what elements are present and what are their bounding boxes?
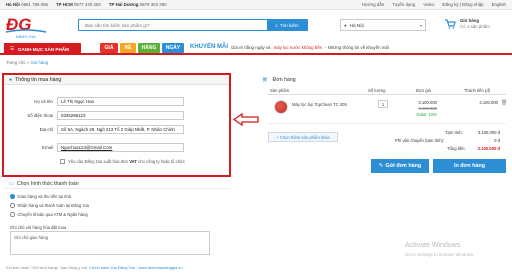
vat-option[interactable]: Yêu cầu Đăng Gia xuất hóa đơn VAT cho cô… bbox=[60, 159, 185, 164]
product-image[interactable] bbox=[274, 100, 288, 114]
phone-label: Số điện thoại bbox=[27, 113, 53, 118]
unit-price: 3.100.000 3.450.000 Giảm: 10% bbox=[416, 100, 437, 117]
city-select[interactable]: ● Hà Nội ▾ bbox=[340, 19, 426, 31]
payment-title: Chọn hình thức thanh toán bbox=[16, 180, 79, 187]
line-total: 3.100.000 bbox=[479, 100, 498, 105]
logo[interactable]: ĐG ĐĂNG GIA bbox=[4, 14, 48, 41]
table-row: Máy lọc bụi TopClean TC 305 1 3.100.000 … bbox=[268, 96, 507, 124]
search-button[interactable]: ⌕ Tìm kiếm bbox=[267, 20, 307, 30]
location-pin-icon: ● bbox=[9, 76, 13, 83]
payment-header: ▭ Chọn hình thức thanh toán bbox=[4, 179, 230, 189]
col-qty: Số lượng bbox=[368, 88, 386, 93]
policy-link[interactable]: Chính sách của Đăng Gia - www.dienmaydan… bbox=[89, 265, 183, 270]
login-link[interactable]: Đăng ký | Đăng nhập bbox=[442, 2, 483, 7]
search-icon: ⌕ bbox=[275, 22, 278, 28]
search-input[interactable] bbox=[79, 20, 267, 30]
trash-icon[interactable]: 🗑︎ bbox=[501, 100, 507, 106]
tag-ngay[interactable]: NGÀY bbox=[162, 43, 184, 53]
breadcrumb-current: Giỏ hàng bbox=[30, 60, 49, 65]
address-label: Địa chỉ bbox=[39, 127, 53, 132]
send-icon: ✎ bbox=[378, 163, 384, 169]
note-textarea[interactable]: Ghi chú giao hàng bbox=[10, 231, 210, 255]
payment-option-bank[interactable]: Chuyển khoản qua ATM & Ngân hàng bbox=[10, 212, 88, 217]
hotline-hcm: TP HCM 0977 430 282 bbox=[56, 2, 101, 7]
email-label: Email bbox=[42, 145, 53, 150]
nav-bar: ☰ DANH MỤC SẢN PHẨM GIÁ RẺ HẰNG NGÀY KHU… bbox=[0, 41, 512, 55]
hotline-hd: TP Hải Dương 0879 303 360 bbox=[108, 2, 167, 7]
radio-selected[interactable] bbox=[10, 194, 15, 199]
hotline-hn: Hà Nội 0981 796 066 bbox=[6, 2, 48, 7]
vat-checkbox[interactable] bbox=[60, 159, 65, 164]
jobs-link[interactable]: Tuyển dụng bbox=[392, 2, 415, 7]
top-bar: Hà Nội 0981 796 066 TP HCM 0977 430 282 … bbox=[0, 0, 512, 10]
activate-windows-sub: Go to Settings to activate Windows. bbox=[405, 252, 475, 257]
payment-icon: ▭ bbox=[9, 180, 14, 187]
tag-gia[interactable]: GIÁ bbox=[100, 43, 118, 53]
col-product: Sản phẩm bbox=[270, 88, 290, 93]
radio[interactable] bbox=[10, 203, 15, 208]
order-header: 🛒︎ Đơn hàng bbox=[262, 75, 508, 85]
name-input[interactable]: Lê Thị Ngọc Hoa bbox=[57, 97, 184, 106]
language-link[interactable]: English bbox=[492, 2, 506, 7]
product-name[interactable]: Máy lọc bụi TopClean TC 305 bbox=[292, 102, 347, 107]
breadcrumb-home[interactable]: Trang chủ bbox=[6, 60, 26, 65]
logo-subtitle: ĐĂNG GIA bbox=[16, 34, 36, 39]
order-table-header: Sản phẩm Số lượng Đơn giá Thành tiền (đ) bbox=[268, 88, 506, 95]
buyer-info-title: Thông tin mua hàng bbox=[15, 76, 62, 83]
phone-input[interactable]: 0336288123 bbox=[57, 111, 184, 120]
cart-widget[interactable]: Giỏ hàng Có 1 sản phẩm bbox=[444, 18, 490, 30]
chevron-down-icon: ▾ bbox=[419, 22, 422, 28]
col-total: Thành tiền (đ) bbox=[464, 88, 491, 93]
cart-icon bbox=[445, 19, 456, 29]
quantity-input[interactable]: 1 bbox=[378, 100, 388, 108]
col-price: Đơn giá bbox=[416, 88, 431, 93]
location-pin-icon: ● bbox=[344, 22, 347, 28]
address-row: Địa chỉ Số 5A, Ngách 29, Ngõ 213 Tổ 2 Gi… bbox=[10, 125, 184, 134]
buyer-info-header: ● Thông tin mua hàng bbox=[4, 75, 229, 85]
activate-windows-title: Activate Windows bbox=[405, 242, 461, 249]
address-input[interactable]: Số 5A, Ngách 29, Ngõ 213 Tổ 2 Giáp Nhất,… bbox=[57, 125, 184, 134]
category-menu-button[interactable]: ☰ DANH MỤC SẢN PHẨM bbox=[4, 43, 81, 55]
email-input[interactable]: Ngochoa123@Gmail.Com bbox=[57, 143, 184, 152]
phone-row: Số điện thoại 0336288123 bbox=[10, 111, 184, 120]
print-order-button[interactable]: In đơn hàng bbox=[433, 159, 506, 173]
name-row: Họ và tên Lê Thị Ngọc Hoa bbox=[10, 97, 184, 106]
radio[interactable] bbox=[10, 212, 15, 217]
tag-hang[interactable]: HẰNG bbox=[138, 43, 160, 53]
header: ĐG ĐĂNG GIA ⌕Tìm kiếm ● Hà Nội ▾ Giỏ hàn… bbox=[0, 11, 512, 41]
email-row: Email Ngochoa123@Gmail.Com bbox=[10, 143, 184, 152]
menu-icon: ☰ bbox=[10, 46, 15, 51]
search-bar: ⌕Tìm kiếm bbox=[78, 19, 308, 31]
guide-link[interactable]: Hướng dẫn bbox=[362, 2, 384, 7]
payment-option-store[interactable]: Nhận hàng và thanh toán tại Đăng Gia bbox=[10, 203, 89, 208]
promo-banner[interactable]: KHUYẾN MÃI Giá rẻ hằng ngày và máy lọc n… bbox=[190, 44, 389, 50]
video-link[interactable]: Video bbox=[423, 2, 434, 7]
footer-note: Khi bạn nhấn "Gửi đơn hàng", bạn đồng ý … bbox=[6, 265, 183, 270]
submit-order-button[interactable]: ✎ Gửi đơn hàng bbox=[371, 159, 429, 173]
breadcrumb: Trang chủ » Giỏ hàng bbox=[6, 60, 49, 65]
order-title: Đơn hàng bbox=[272, 77, 296, 83]
payment-option-cod[interactable]: Giao hàng và thu tiền tại nhà bbox=[10, 194, 71, 199]
tag-re[interactable]: RẺ bbox=[120, 43, 136, 53]
cart-count: Có 1 sản phẩm bbox=[460, 24, 490, 29]
name-label: Họ và tên bbox=[34, 99, 53, 104]
cart-icon: 🛒︎ bbox=[262, 77, 269, 83]
left-arrow-icon bbox=[233, 113, 259, 126]
note-label: Ghi chú với hàng hóa đặt mua bbox=[10, 225, 67, 230]
add-more-products-button[interactable]: + Chọn thêm sản phẩm khác bbox=[268, 132, 338, 142]
